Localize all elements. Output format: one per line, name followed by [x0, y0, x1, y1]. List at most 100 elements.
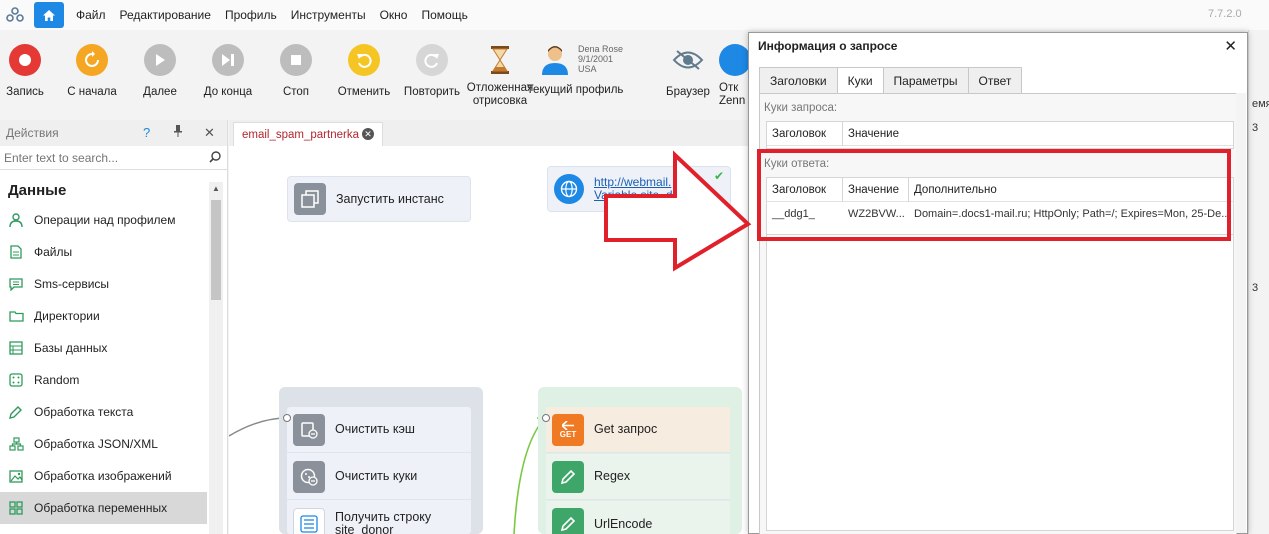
tab-headers[interactable]: Заголовки	[759, 67, 838, 93]
current-profile-label: Текущий профиль	[526, 84, 624, 96]
next-button[interactable]: Далее	[125, 44, 195, 99]
scroll-up-icon[interactable]: ▲	[212, 184, 220, 193]
tab-response[interactable]: Ответ	[967, 67, 1023, 93]
stop-button[interactable]: Стоп	[261, 44, 331, 99]
close-tab-icon[interactable]: ✕	[362, 128, 374, 140]
project-canvas[interactable]: Запустить инстанс http://webmail. Variab…	[229, 146, 749, 534]
bg-text-2: 3	[1252, 122, 1259, 134]
menu-profile[interactable]: Профиль	[225, 8, 277, 22]
action-category-item[interactable]: Файлы	[0, 236, 207, 268]
get-line-node[interactable]: Получить строку site_donor	[287, 501, 471, 534]
request-cookies-label: Куки запроса:	[764, 102, 838, 114]
request-col-header[interactable]: Заголовок	[767, 122, 843, 146]
action-category-label: Обработка изображений	[34, 469, 172, 483]
skip-end-icon	[212, 44, 244, 76]
clear-cookies-node[interactable]: Очистить куки	[287, 454, 471, 500]
to-end-button[interactable]: До конца	[193, 44, 263, 99]
request-cookies-table[interactable]: Заголовок Значение	[766, 121, 1234, 149]
action-category-item[interactable]: Директории	[0, 300, 207, 332]
pin-icon[interactable]	[173, 125, 183, 140]
request-group[interactable]: GET Get запрос Regex UrlEncode	[538, 387, 742, 534]
action-category-item[interactable]: Sms-сервисы	[0, 268, 207, 300]
action-category-item[interactable]: Операции над профилем	[0, 204, 207, 236]
action-category-item[interactable]: Обработка текста	[0, 396, 207, 428]
get-request-node[interactable]: GET Get запрос	[546, 407, 730, 453]
menu-help[interactable]: Помощь	[421, 8, 467, 22]
home-icon	[43, 9, 55, 21]
cookies-tab-content: Куки запроса: Заголовок Значение Куки от…	[759, 93, 1237, 534]
redo-icon	[416, 44, 448, 76]
undo-button[interactable]: Отменить	[329, 44, 399, 99]
get-request-icon: GET	[552, 413, 584, 446]
pencil-icon	[552, 460, 584, 493]
zenno-label: Отк Zenn	[719, 82, 746, 107]
file-icon	[8, 244, 24, 260]
actions-search-input[interactable]	[4, 150, 204, 165]
profile-date: 9/1/2001	[578, 54, 614, 64]
restart-button[interactable]: С начала	[57, 44, 127, 99]
restart-label: С начала	[67, 86, 117, 98]
cookie-icon	[293, 460, 325, 493]
input-port[interactable]	[283, 414, 291, 422]
project-tab-label: email_spam_partnerka	[242, 128, 359, 141]
profile-name: Dena Rose	[578, 44, 624, 54]
request-cookies-header: Заголовок Значение	[767, 122, 1233, 146]
play-icon	[144, 44, 176, 76]
help-icon[interactable]: ?	[143, 125, 150, 140]
response-col-header[interactable]: Заголовок	[767, 178, 843, 202]
action-category-label: Обработка текста	[34, 405, 134, 419]
redo-button[interactable]: Повторить	[397, 44, 467, 99]
action-category-item[interactable]: Обработка изображений	[0, 460, 207, 492]
request-col-value[interactable]: Значение	[843, 122, 1233, 146]
clear-cache-node[interactable]: Очистить кэш	[287, 407, 471, 453]
restart-icon	[76, 44, 108, 76]
action-category-label: Файлы	[34, 245, 73, 259]
dialog-scrollbar[interactable]	[1236, 93, 1246, 533]
regex-node[interactable]: Regex	[546, 454, 730, 500]
project-tab[interactable]: email_spam_partnerka ✕	[233, 122, 383, 146]
menu-tools[interactable]: Инструменты	[291, 8, 366, 22]
action-category-item[interactable]: Random	[0, 364, 207, 396]
profile-country: USA	[578, 64, 597, 74]
folder-icon	[8, 308, 24, 324]
input-port-2[interactable]	[542, 414, 550, 422]
response-col-extra[interactable]: Дополнительно	[909, 178, 1233, 202]
pencil-icon-2	[552, 508, 584, 534]
close-panel-icon[interactable]: ✕	[204, 125, 215, 141]
action-category-label: Операции над профилем	[34, 213, 176, 227]
action-category-item[interactable]: Обработка JSON/XML	[0, 428, 207, 460]
urlencode-node[interactable]: UrlEncode	[546, 501, 730, 534]
menu-file[interactable]: Файл	[76, 8, 106, 22]
app-window: Файл Редактирование Профиль Инструменты …	[0, 0, 1269, 534]
action-category-label: Обработка JSON/XML	[34, 437, 158, 451]
tab-parameters[interactable]: Параметры	[882, 67, 969, 93]
response-cookies-empty-area	[766, 235, 1234, 531]
table-row[interactable]: __ddg1_ WZ2BVW... Domain=.docs1-mail.ru;…	[767, 202, 1233, 226]
deferred-render-button[interactable]: Отложенная отрисовка	[465, 44, 535, 108]
search-icon[interactable]	[209, 151, 221, 166]
tab-cookies[interactable]: Куки	[836, 67, 884, 94]
dice-icon	[8, 372, 24, 388]
version-label: 7.7.2.0	[1208, 8, 1242, 20]
stop-label: Стоп	[282, 86, 310, 98]
browser-button[interactable]: Браузер	[653, 44, 723, 99]
tree-icon	[8, 436, 24, 452]
dialog-tabs: Заголовки Куки Параметры Ответ	[759, 67, 1023, 94]
action-category-item[interactable]: Обработка переменных	[0, 492, 207, 524]
dialog-titlebar: Информация о запросе ✕	[749, 33, 1247, 59]
menu-window[interactable]: Окно	[380, 8, 408, 22]
record-button[interactable]: Запись	[0, 44, 60, 99]
clear-cache-label: Очистить кэш	[335, 422, 415, 436]
close-icon[interactable]: ✕	[1224, 37, 1237, 55]
actions-scrollbar[interactable]: ▲	[209, 182, 223, 534]
scroll-thumb[interactable]	[211, 200, 221, 300]
menubar: Файл Редактирование Профиль Инструменты …	[0, 0, 1269, 30]
home-button[interactable]	[34, 2, 64, 28]
database-icon	[8, 340, 24, 356]
menu-edit[interactable]: Редактирование	[120, 8, 211, 22]
response-cookies-table[interactable]: Заголовок Значение Дополнительно __ddg1_…	[766, 177, 1234, 235]
action-category-item[interactable]: Базы данных	[0, 332, 207, 364]
response-col-value[interactable]: Значение	[843, 178, 909, 202]
cleanup-group[interactable]: Очистить кэш Очистить куки Получить стро…	[279, 387, 483, 534]
deferred-render-label: Отложенная отрисовка	[466, 82, 534, 107]
